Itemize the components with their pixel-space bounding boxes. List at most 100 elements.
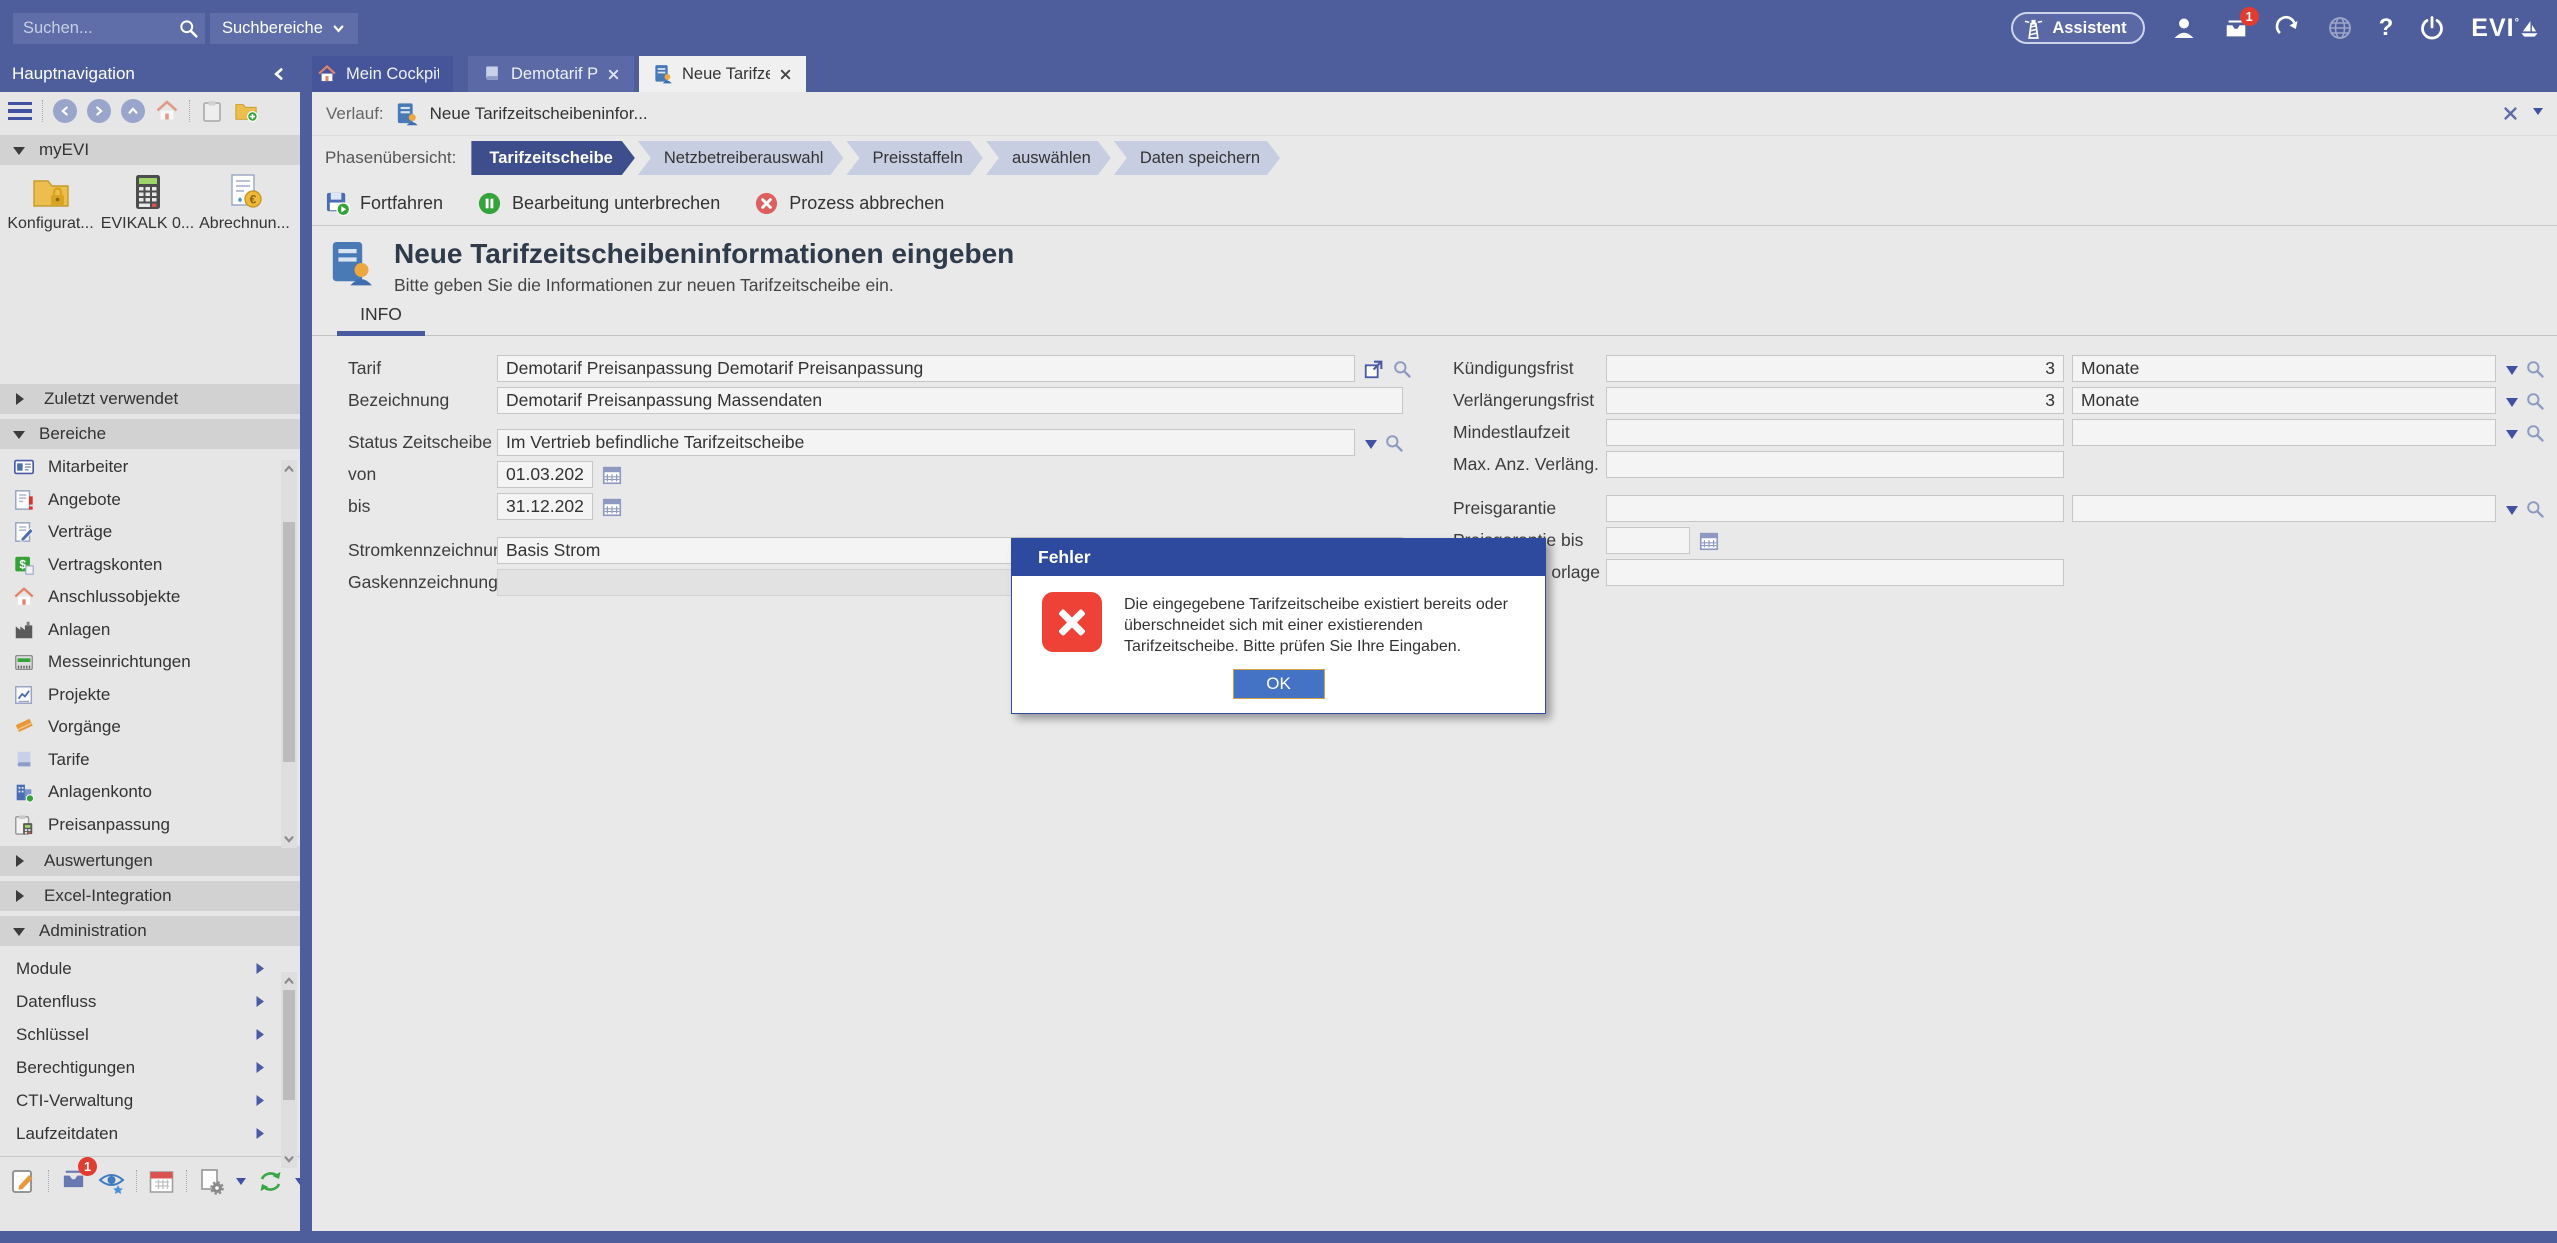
tile-abrechnung[interactable]: Abrechnun... (196, 173, 293, 233)
lookup-icon[interactable] (1384, 433, 1404, 453)
admin-scrollbar[interactable] (281, 972, 297, 1168)
preisgarantie-value-field[interactable] (1606, 495, 2064, 522)
document-gear-icon[interactable] (198, 1168, 225, 1195)
verlaengerungsfrist-value-field[interactable] (1606, 387, 2064, 414)
search-input[interactable] (13, 13, 205, 44)
home-icon[interactable] (155, 99, 179, 123)
nav-forward-icon[interactable] (87, 99, 111, 123)
dropdown-icon[interactable] (2506, 506, 2518, 521)
max-anz-verlaeng-field[interactable] (1606, 451, 2064, 478)
tab-mein-cockpit[interactable]: Mein Cockpit (303, 56, 453, 92)
sidebar-item-anlagenkonto[interactable]: Anlagenkonto (0, 776, 300, 809)
clipboard-pen-icon[interactable] (10, 1168, 37, 1195)
sidebar-item-vertraege[interactable]: Verträge (0, 516, 300, 549)
power-icon[interactable] (2419, 15, 2445, 41)
sidebar-item-preisanpassung[interactable]: Preisanpassung (0, 809, 300, 842)
tab-demotarif-preisanpassung[interactable]: Demotarif Preisanpa... (468, 56, 634, 92)
sidebar-item-anlagen[interactable]: Anlagen (0, 614, 300, 647)
sidebar-item-messeinrichtungen[interactable]: Messeinrichtungen (0, 646, 300, 679)
section-bereiche[interactable]: Bereiche (0, 419, 300, 449)
von-field[interactable] (497, 461, 593, 488)
menu-icon[interactable] (8, 102, 32, 121)
status-field[interactable] (497, 429, 1355, 456)
verlaengerungsfrist-unit-field[interactable] (2072, 387, 2496, 414)
sidebar-item-projekte[interactable]: Projekte (0, 679, 300, 712)
section-excel-integration[interactable]: Excel-Integration (0, 881, 300, 911)
tile-evikalk[interactable]: EVIKALK 0... (99, 173, 196, 233)
dropdown-icon[interactable] (2506, 430, 2518, 445)
search-icon[interactable] (178, 18, 199, 39)
new-folder-icon[interactable] (234, 99, 258, 123)
calendar-icon[interactable] (148, 1168, 175, 1195)
inbox-icon[interactable]: 1 (2223, 15, 2249, 41)
section-zuletzt-verwendet[interactable]: Zuletzt verwendet (0, 384, 300, 414)
sidebar-item-mitarbeiter[interactable]: Mitarbeiter (0, 451, 300, 484)
sidebar-item-vorgaenge[interactable]: Vorgänge (0, 711, 300, 744)
section-administration[interactable]: Administration (0, 916, 300, 946)
nav-up-icon[interactable] (121, 99, 145, 123)
sidebar-item-anschlussobjekte[interactable]: Anschlussobjekte (0, 581, 300, 614)
lookup-icon[interactable] (2525, 423, 2545, 443)
kuendigungsfrist-value-field[interactable] (1606, 355, 2064, 382)
phase-netzbetreiberauswahl[interactable]: Netzbetreiberauswahl (638, 141, 844, 175)
vorlage-field[interactable] (1606, 559, 2064, 586)
verlauf-current-item[interactable]: Neue Tarifzeitscheibeninfor... (430, 104, 648, 124)
scroll-up-icon[interactable] (282, 974, 296, 988)
calendar-picker-icon[interactable] (1698, 530, 1720, 552)
clipboard-icon[interactable] (200, 99, 224, 123)
close-icon[interactable] (2502, 105, 2519, 122)
scroll-up-icon[interactable] (282, 462, 296, 476)
assistent-button[interactable]: Assistent (2011, 12, 2144, 44)
sidebar-item-tarife[interactable]: Tarife (0, 744, 300, 777)
help-icon[interactable]: ? (2379, 14, 2394, 42)
collapse-sidebar-icon[interactable] (270, 65, 288, 83)
lookup-icon[interactable] (1392, 359, 1412, 379)
ok-button[interactable]: OK (1233, 669, 1325, 699)
phase-daten-speichern[interactable]: Daten speichern (1114, 141, 1280, 175)
mindestlaufzeit-value-field[interactable] (1606, 419, 2064, 446)
sidebar-item-angebote[interactable]: Angebote (0, 484, 300, 517)
scroll-down-icon[interactable] (282, 832, 296, 846)
tab-info[interactable]: INFO (337, 304, 425, 325)
redo-icon[interactable] (2275, 15, 2301, 41)
kuendigungsfrist-unit-field[interactable] (2072, 355, 2496, 382)
lookup-icon[interactable] (2525, 359, 2545, 379)
close-tab-icon[interactable] (779, 68, 792, 81)
dropdown-icon[interactable] (2506, 398, 2518, 413)
lookup-icon[interactable] (2525, 499, 2545, 519)
preisgarantie-unit-field[interactable] (2072, 495, 2496, 522)
tab-neue-tarifzeitscheibe[interactable]: Neue Tarifzeitscheib... (639, 56, 806, 92)
close-tab-icon[interactable] (607, 68, 620, 81)
dropdown-icon[interactable] (1365, 440, 1377, 455)
inbox-icon[interactable]: 1 (60, 1165, 87, 1197)
calendar-picker-icon[interactable] (601, 496, 623, 518)
admin-item-cti-verwaltung[interactable]: CTI-Verwaltung (0, 1084, 300, 1117)
chevron-down-icon[interactable] (236, 1178, 246, 1190)
phase-tarifzeitscheibe[interactable]: Tarifzeitscheibe (471, 141, 634, 175)
lookup-icon[interactable] (2525, 391, 2545, 411)
admin-item-berechtigungen[interactable]: Berechtigungen (0, 1051, 300, 1084)
nav-back-icon[interactable] (53, 99, 77, 123)
admin-item-schluessel[interactable]: Schlüssel (0, 1018, 300, 1051)
bezeichnung-field[interactable] (497, 387, 1403, 414)
phase-auswaehlen[interactable]: auswählen (986, 141, 1111, 175)
chevron-down-icon[interactable] (2533, 108, 2543, 120)
prozess-abbrechen-button[interactable]: Prozess abbrechen (754, 191, 944, 216)
section-auswertungen[interactable]: Auswertungen (0, 846, 300, 876)
suchbereiche-button[interactable]: Suchbereiche (210, 13, 358, 44)
admin-item-datenfluss[interactable]: Datenfluss (0, 985, 300, 1018)
bearbeitung-unterbrechen-button[interactable]: Bearbeitung unterbrechen (477, 191, 720, 216)
dropdown-icon[interactable] (2506, 366, 2518, 381)
sync-icon[interactable] (257, 1168, 284, 1195)
fortfahren-button[interactable]: Fortfahren (325, 191, 443, 216)
globe-icon[interactable] (2327, 15, 2353, 41)
mindestlaufzeit-unit-field[interactable] (2072, 419, 2496, 446)
user-icon[interactable] (2171, 15, 2197, 41)
scroll-down-icon[interactable] (282, 1152, 296, 1166)
section-myevi[interactable]: myEVI (0, 135, 300, 165)
admin-item-laufzeitdaten[interactable]: Laufzeitdaten (0, 1117, 300, 1150)
tarif-field[interactable] (497, 355, 1355, 382)
bereiche-scrollbar[interactable] (281, 460, 297, 848)
tile-konfiguration[interactable]: Konfigurat... (2, 173, 99, 233)
admin-item-module[interactable]: Module (0, 952, 300, 985)
